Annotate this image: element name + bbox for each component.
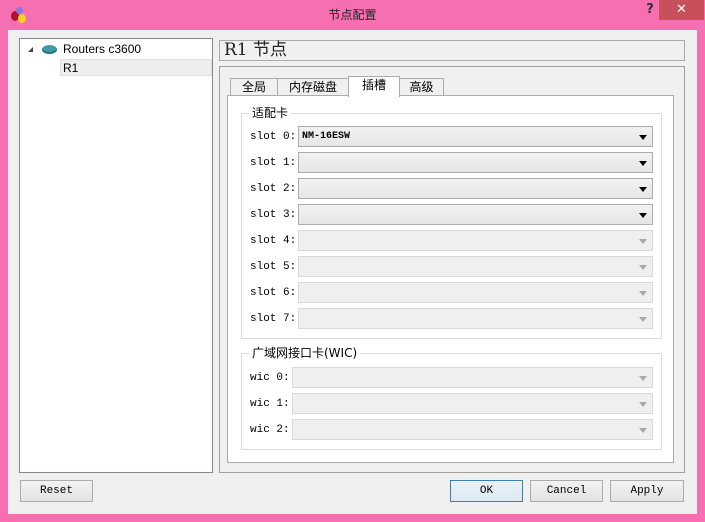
wic-label: wic 1: [250,398,290,410]
router-icon [42,45,57,54]
wic-group-title: 广域网接口卡(WIC) [249,345,361,361]
expand-arrow-icon[interactable] [28,47,33,52]
window-title: 节点配置 [328,8,377,22]
ok-button[interactable]: OK [450,480,523,502]
dropdown-arrow-icon[interactable] [639,239,647,244]
slot-3-select[interactable] [298,204,653,225]
wic-label: wic 2: [250,424,290,436]
close-icon: ✕ [676,2,687,17]
slot-label: slot 5: [250,261,297,273]
dropdown-arrow-icon[interactable] [639,265,647,270]
close-button[interactable]: ✕ [659,0,704,20]
dropdown-arrow-icon[interactable] [639,317,647,322]
apply-button[interactable]: Apply [610,480,684,502]
dropdown-arrow-icon[interactable] [639,213,647,218]
slot-2-select[interactable] [298,178,653,199]
tab-advanced[interactable]: 高级 [399,78,444,96]
dropdown-arrow-icon[interactable] [639,402,647,407]
slot-1-select[interactable] [298,152,653,173]
slot-0-select[interactable]: NM-16ESW [298,126,653,147]
slot-6-select[interactable] [298,282,653,303]
node-tree[interactable]: Routers c3600 R1 [19,38,213,473]
dropdown-arrow-icon[interactable] [639,291,647,296]
slot-label: slot 2: [250,183,297,195]
tree-item-routers[interactable]: Routers c3600 [28,41,141,58]
slot-label: slot 6: [250,287,297,299]
title-bar: 节点配置 ? ✕ [0,0,705,29]
dropdown-arrow-icon[interactable] [639,428,647,433]
tab-general[interactable]: 全局 [230,78,278,96]
wic-1-select[interactable] [292,393,653,414]
slot-7-select[interactable] [298,308,653,329]
dropdown-arrow-icon[interactable] [639,161,647,166]
adapters-group-title: 适配卡 [249,105,292,121]
select-value: NM-16ESW [302,131,351,142]
dropdown-arrow-icon[interactable] [639,376,647,381]
help-button[interactable]: ? [643,2,657,18]
wic-0-select[interactable] [292,367,653,388]
tab-slots[interactable]: 插槽 [348,76,400,97]
wic-2-select[interactable] [292,419,653,440]
tree-item-label: Routers c3600 [63,42,142,56]
slot-label: slot 7: [250,313,297,325]
dropdown-arrow-icon[interactable] [639,187,647,192]
slot-label: slot 1: [250,157,297,169]
dropdown-arrow-icon[interactable] [639,135,647,140]
reset-button[interactable]: Reset [20,480,93,502]
slot-4-select[interactable] [298,230,653,251]
dialog-client: Routers c3600 R1 R1 节点 全局 内存磁盘 插槽 高级 适配卡… [8,30,697,514]
slot-label: slot 0: [250,131,297,143]
tree-item-label: R1 [63,61,79,75]
wic-label: wic 0: [250,372,290,384]
slot-label: slot 4: [250,235,297,247]
slot-label: slot 3: [250,209,297,221]
tree-item-r1[interactable]: R1 [60,59,212,76]
slot-5-select[interactable] [298,256,653,277]
cancel-button[interactable]: Cancel [530,480,603,502]
tab-memory-disk[interactable]: 内存磁盘 [277,78,349,96]
page-title: R1 节点 [219,40,685,61]
